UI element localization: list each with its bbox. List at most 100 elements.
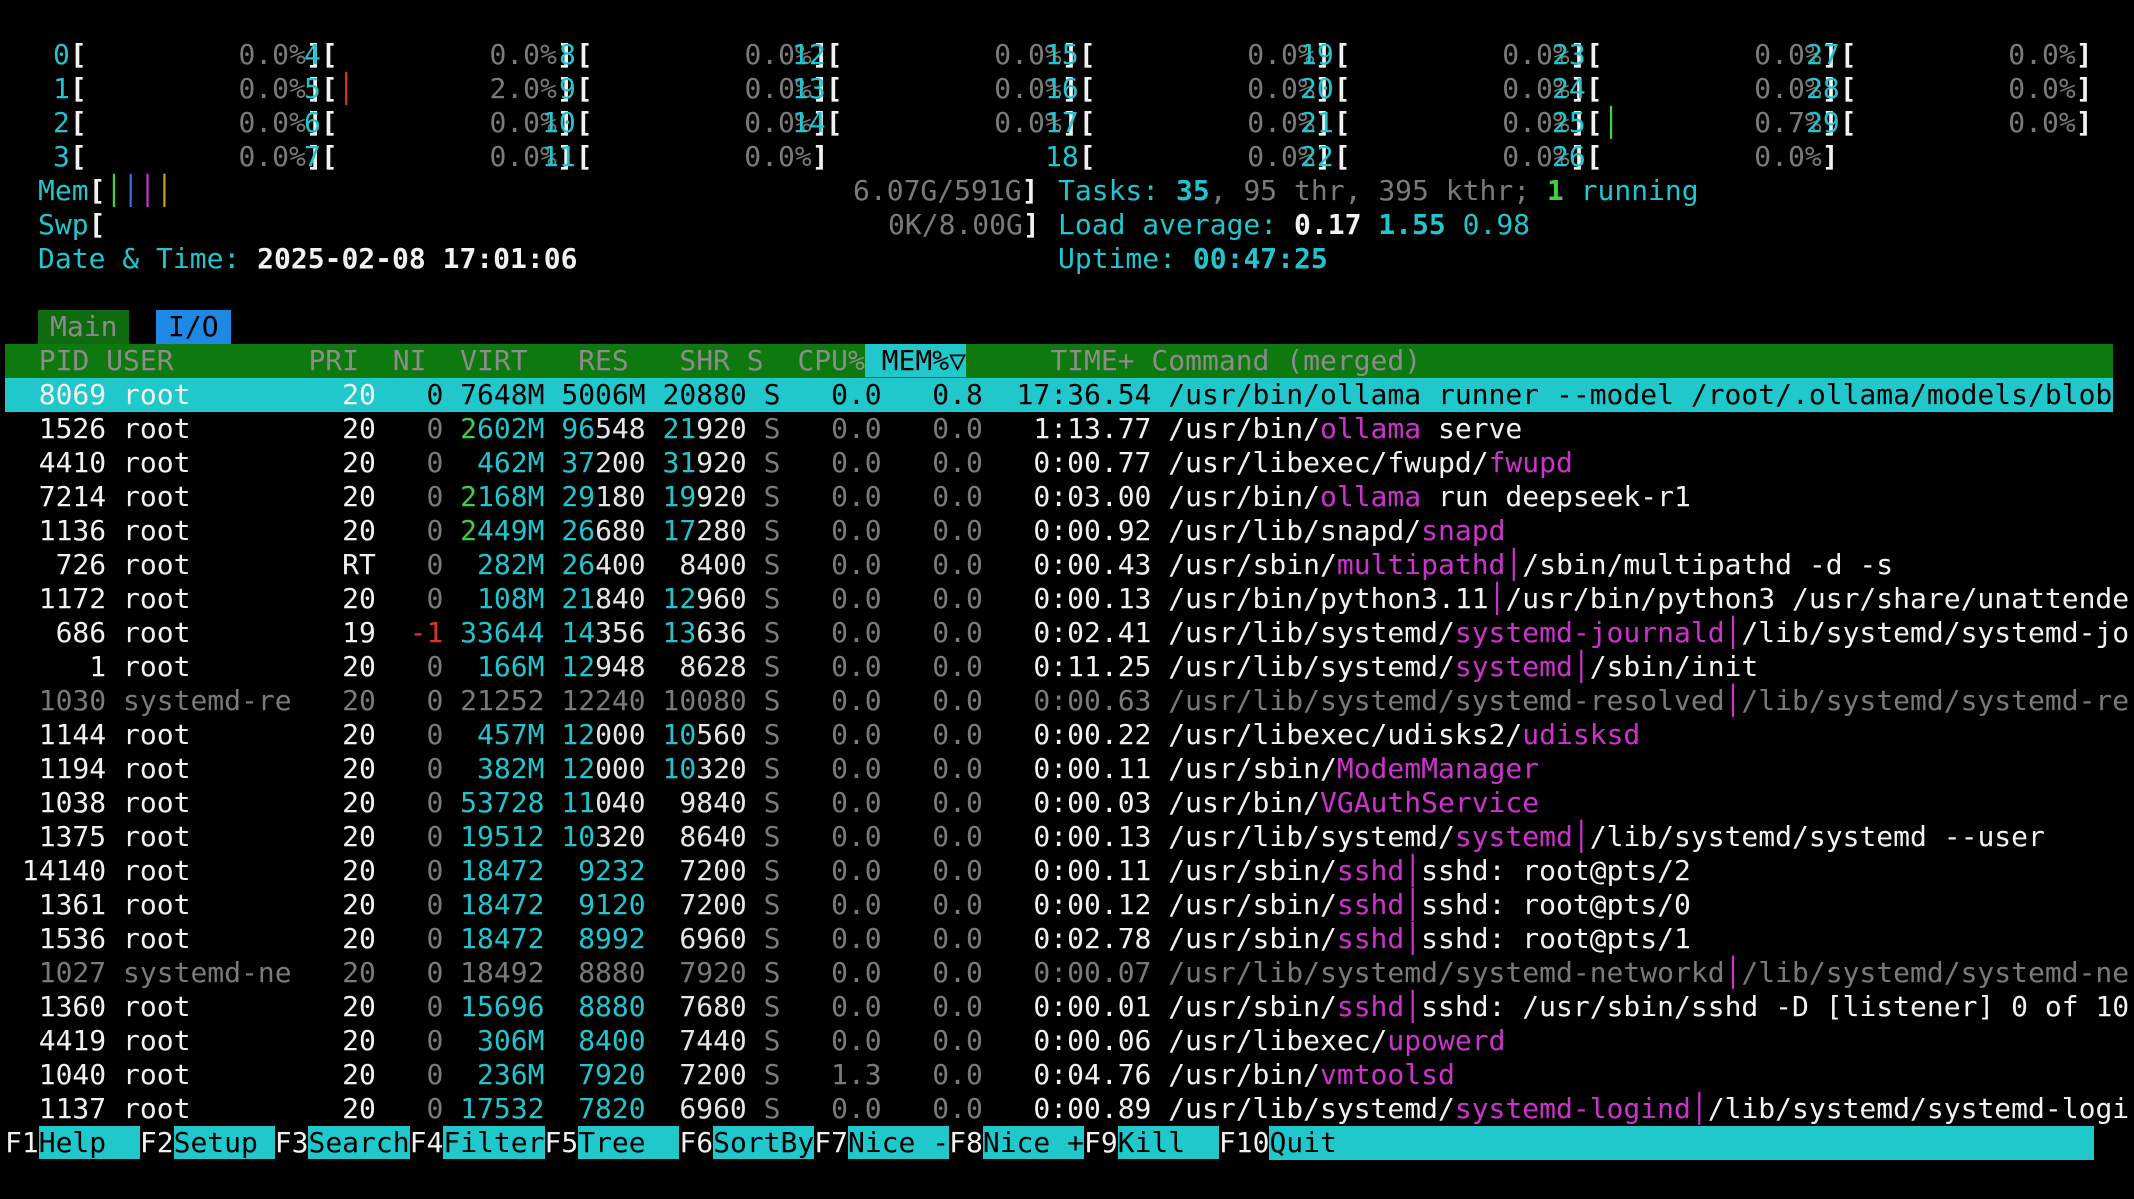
- table-row[interactable]: 686 root 19 -1 33644 14356 13636 S 0.0 0…: [5, 616, 2130, 650]
- cpu-id[interactable]: 1: [53, 72, 70, 105]
- cpu-id[interactable]: 11: [542, 140, 576, 173]
- cell-user: root: [123, 582, 292, 615]
- cell-cpu: 0.0: [780, 582, 882, 615]
- cpu-id[interactable]: 13: [792, 72, 826, 105]
- table-row[interactable]: 1137 root 20 0 17532 7820 6960 S 0.0 0.0…: [5, 1092, 2129, 1126]
- cpu-id[interactable]: 28: [1806, 72, 1840, 105]
- col-shr[interactable]: SHR: [629, 344, 730, 377]
- cpu-id[interactable]: 2: [53, 106, 70, 139]
- cpu-id[interactable]: 15: [1045, 38, 1079, 71]
- tab-main[interactable]: Main: [38, 310, 130, 344]
- cpu-id[interactable]: 4: [304, 38, 321, 71]
- fkey-label-f6[interactable]: SortBy: [713, 1126, 815, 1159]
- cell-pid: 1194: [5, 752, 107, 785]
- table-row[interactable]: 1038 root 20 0 53728 11040 9840 S 0.0 0.…: [5, 786, 1539, 820]
- table-row[interactable]: 1040 root 20 0 236M 7920 7200 S 1.3 0.0 …: [5, 1058, 1455, 1092]
- cpu-id[interactable]: 20: [1300, 72, 1334, 105]
- cpu-id[interactable]: 8: [559, 38, 576, 71]
- cpu-id[interactable]: 26: [1552, 140, 1586, 173]
- col-pri[interactable]: PRI: [292, 344, 359, 377]
- mem-bar: │: [105, 174, 123, 207]
- cpu-id[interactable]: 6: [304, 106, 321, 139]
- col-s[interactable]: S: [730, 344, 764, 377]
- col-user[interactable]: USER: [106, 344, 291, 377]
- bracket-close: ]: [1022, 208, 1040, 241]
- table-row[interactable]: 1536 root 20 0 18472 8992 6960 S 0.0 0.0…: [5, 922, 1691, 956]
- table-row[interactable]: 1 root 20 0 166M 12948 8628 S 0.0 0.0 0:…: [5, 650, 1758, 684]
- bracket-open: [: [320, 140, 338, 173]
- cell-res: 11040: [544, 786, 646, 819]
- cell-state: S: [746, 582, 781, 615]
- cell-res: 12240: [544, 684, 646, 717]
- cell-cpu: 0.0: [780, 990, 882, 1023]
- cell-user: systemd-ne: [123, 956, 292, 989]
- table-row[interactable]: 1172 root 20 0 108M 21840 12960 S 0.0 0.…: [5, 582, 2129, 616]
- cpu-id[interactable]: 19: [1300, 38, 1334, 71]
- cpu-id[interactable]: 0: [53, 38, 70, 71]
- cpu-id[interactable]: 17: [1045, 106, 1079, 139]
- cpu-meter-26: 26[ 0.0%]: [1552, 140, 1839, 174]
- fkey-label-f8[interactable]: Nice +: [982, 1126, 1084, 1159]
- table-row[interactable]: 4419 root 20 0 306M 8400 7440 S 0.0 0.0 …: [5, 1024, 1506, 1058]
- table-row[interactable]: 4410 root 20 0 462M 37200 31920 S 0.0 0.…: [5, 446, 1573, 480]
- col-res[interactable]: RES: [528, 344, 629, 377]
- cpu-id[interactable]: 9: [559, 72, 576, 105]
- table-row[interactable]: 7214 root 20 0 2168M 29180 19920 S 0.0 0…: [5, 480, 1691, 514]
- cpu-id[interactable]: 22: [1300, 140, 1334, 173]
- cpu-id[interactable]: 23: [1552, 38, 1586, 71]
- cpu-value: 0.0%: [744, 140, 812, 173]
- cpu-id[interactable]: 14: [792, 106, 826, 139]
- table-row[interactable]: 1375 root 20 0 19512 10320 8640 S 0.0 0.…: [5, 820, 2045, 854]
- cell-pri: 20: [291, 412, 376, 445]
- fkey-label-f10[interactable]: Quit: [1269, 1126, 2095, 1160]
- col-cpu[interactable]: CPU%: [764, 344, 864, 377]
- bracket-open: [: [69, 38, 87, 71]
- col-pid[interactable]: PID: [5, 344, 106, 377]
- cell-mem: 0.0: [881, 752, 983, 785]
- tab-io[interactable]: I/O: [156, 310, 231, 344]
- table-row[interactable]: 8069 root 20 0 7648M 5006M 20880 S 0.0 0…: [5, 378, 2129, 412]
- cpu-id[interactable]: 27: [1806, 38, 1840, 71]
- cpu-id[interactable]: 7: [304, 140, 321, 173]
- cpu-id[interactable]: 16: [1045, 72, 1079, 105]
- cpu-id[interactable]: 24: [1552, 72, 1586, 105]
- table-row[interactable]: 1030 systemd-re 20 0 21252 12240 10080 S…: [5, 684, 2129, 718]
- col-mem[interactable]: MEM%▽: [864, 344, 966, 377]
- cpu-id[interactable]: 5: [304, 72, 321, 105]
- table-row[interactable]: 726 root RT 0 282M 26400 8400 S 0.0 0.0 …: [5, 548, 1894, 582]
- cpu-id[interactable]: 29: [1806, 106, 1840, 139]
- col-time[interactable]: TIME+: [966, 344, 1134, 377]
- cpu-id[interactable]: 18: [1045, 140, 1079, 173]
- table-row[interactable]: 1027 systemd-ne 20 0 18492 8880 7920 S 0…: [5, 956, 2129, 990]
- table-row[interactable]: 1526 root 20 0 2602M 96548 21920 S 0.0 0…: [5, 412, 1523, 446]
- bracket-close: ]: [2075, 38, 2093, 71]
- cpu-id[interactable]: 25: [1552, 106, 1586, 139]
- col-commandmerged[interactable]: Command (merged): [1135, 344, 1421, 377]
- cpu-id[interactable]: 21: [1300, 106, 1334, 139]
- cell-mem: 0.0: [881, 718, 983, 751]
- cell-pri: 20: [291, 650, 376, 683]
- fkey-label-f9[interactable]: Kill: [1117, 1126, 1219, 1159]
- table-row[interactable]: 1194 root 20 0 382M 12000 10320 S 0.0 0.…: [5, 752, 1539, 786]
- table-row[interactable]: 1144 root 20 0 457M 12000 10560 S 0.0 0.…: [5, 718, 1641, 752]
- fkey-label-f3[interactable]: Search: [308, 1126, 410, 1159]
- cpu-id[interactable]: 10: [542, 106, 576, 139]
- fkey-label-f1[interactable]: Help: [38, 1126, 140, 1159]
- fkey-label-f5[interactable]: Tree: [578, 1126, 680, 1159]
- cpu-id[interactable]: 12: [792, 38, 826, 71]
- col-ni[interactable]: NI: [359, 344, 427, 377]
- col-virt[interactable]: VIRT: [426, 344, 527, 377]
- table-row[interactable]: 1361 root 20 0 18472 9120 7200 S 0.0 0.0…: [5, 888, 1691, 922]
- cell-pri: 20: [291, 820, 376, 853]
- table-row[interactable]: 14140 root 20 0 18472 9232 7200 S 0.0 0.…: [5, 854, 1691, 888]
- table-row[interactable]: 1136 root 20 0 2449M 26680 17280 S 0.0 0…: [5, 514, 1506, 548]
- fkey-label-f4[interactable]: Filter: [443, 1126, 545, 1159]
- cpu-id[interactable]: 3: [53, 140, 70, 173]
- swp-value-row: 0K/8.00G]: [888, 208, 1040, 242]
- bracket-open: [: [320, 72, 338, 105]
- table-row[interactable]: 1360 root 20 0 15696 8880 7680 S 0.0 0.0…: [5, 990, 2129, 1024]
- fkey-label-f2[interactable]: Setup: [173, 1126, 275, 1159]
- fkey-label-f7[interactable]: Nice -: [847, 1126, 950, 1159]
- cpu-value: 0.0%: [2008, 72, 2076, 105]
